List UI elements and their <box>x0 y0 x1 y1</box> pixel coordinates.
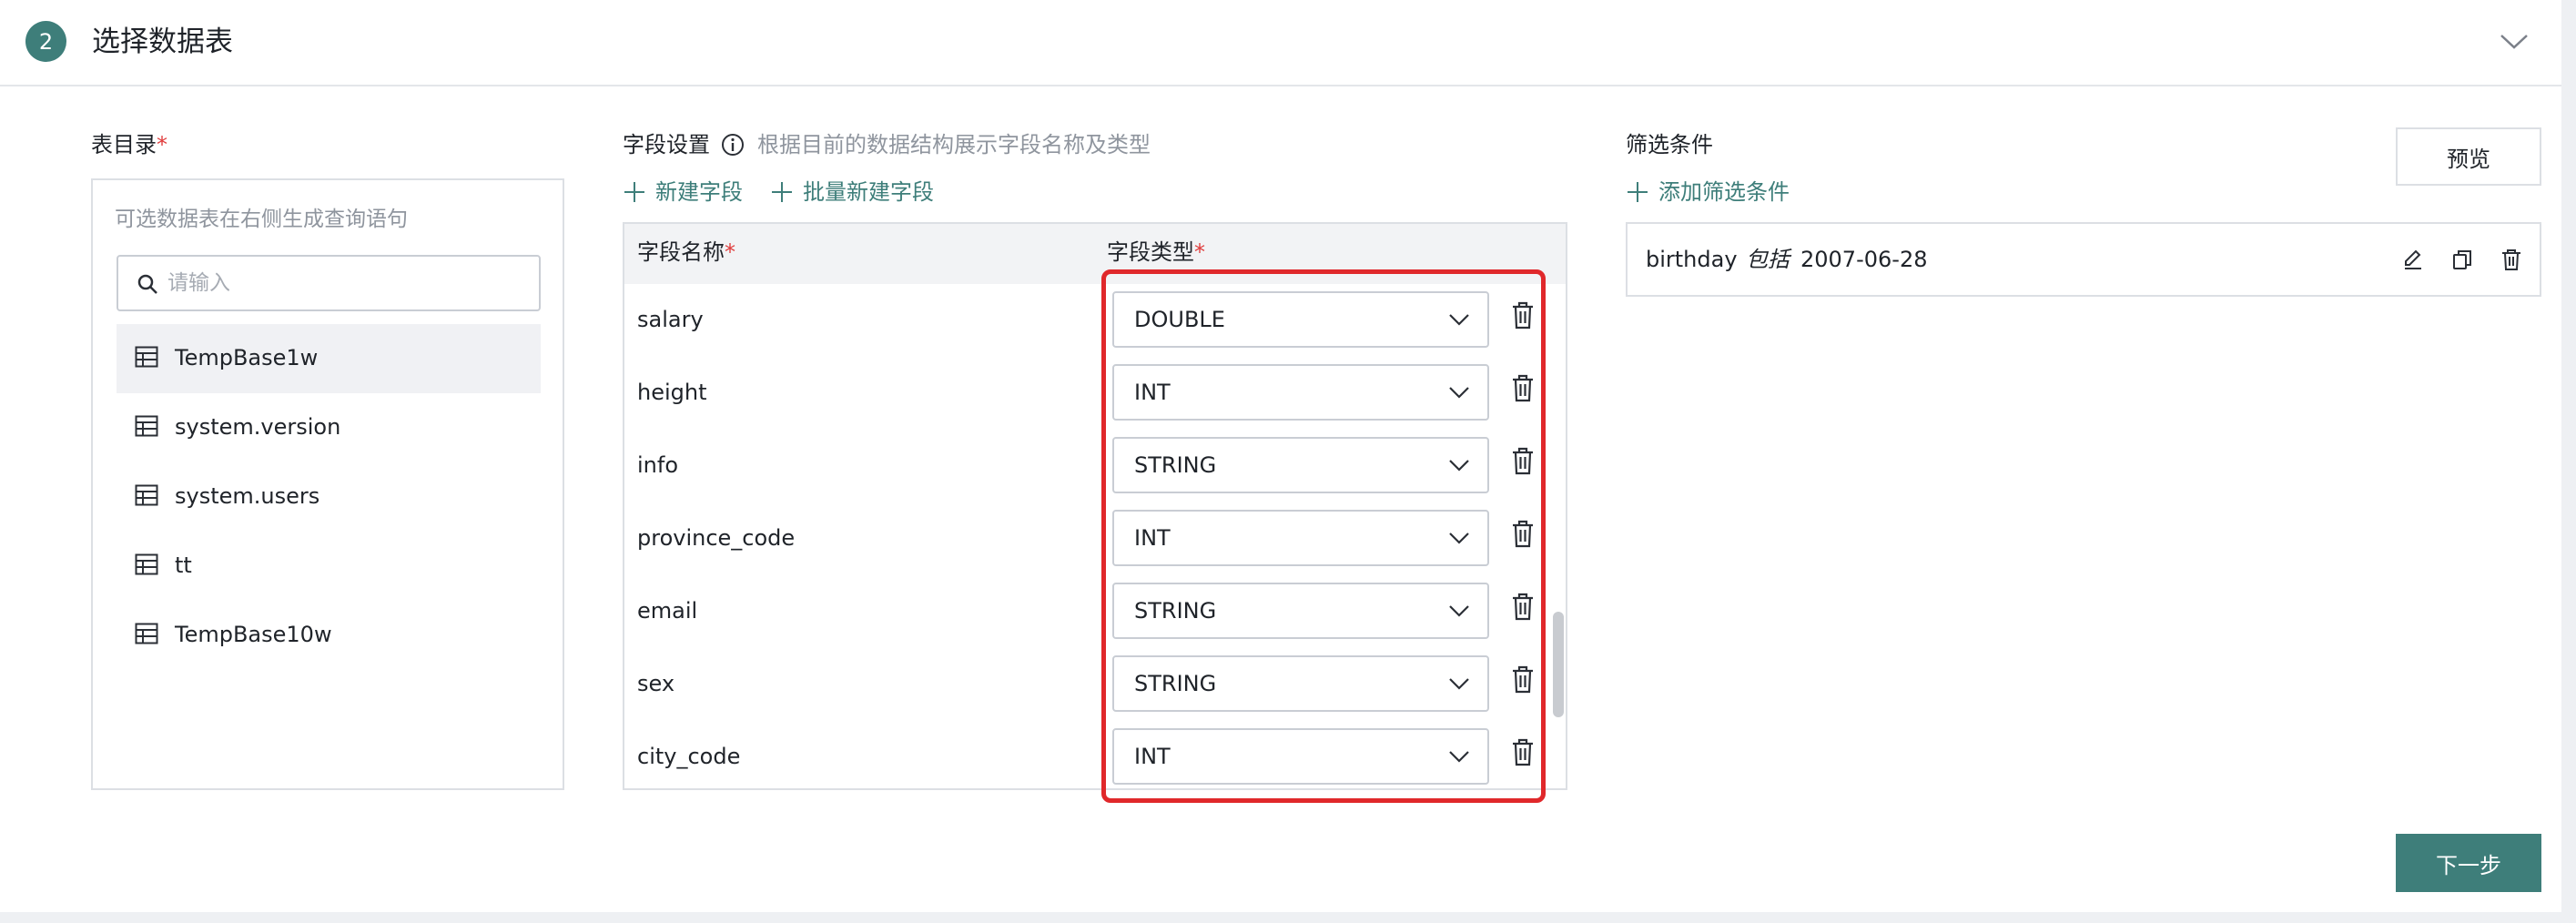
filter-operator: 包括 <box>1746 247 1790 272</box>
chevron-down-icon[interactable] <box>2498 27 2530 55</box>
table-item[interactable]: system.version <box>117 393 541 462</box>
field-type-highlight <box>1101 269 1546 803</box>
batch-new-field-button[interactable]: 批量新建字段 <box>772 177 934 208</box>
edit-icon[interactable] <box>2401 248 2425 271</box>
add-filter-button[interactable]: 添加筛选条件 <box>1628 177 1790 208</box>
step-number-badge: 2 <box>25 21 66 62</box>
filter-value: 2007-06-28 <box>1800 247 1928 272</box>
search-icon <box>137 274 157 294</box>
catalog-hint: 可选数据表在右侧生成查询语句 <box>115 208 408 231</box>
table-icon <box>135 623 158 644</box>
table-name: system.version <box>175 414 341 440</box>
table-icon <box>135 553 158 575</box>
step-header[interactable]: 2 选择数据表 <box>0 0 2561 86</box>
table-catalog: 可选数据表在右侧生成查询语句 TempBase1w system.version s… <box>91 178 564 790</box>
field-name: height <box>637 380 707 405</box>
table-name: TempBase10w <box>175 622 332 647</box>
new-field-button[interactable]: 新建字段 <box>624 177 743 208</box>
search-box[interactable] <box>117 255 541 311</box>
field-name: email <box>637 598 698 624</box>
table-name: tt <box>175 553 192 578</box>
table-item[interactable]: TempBase1w <box>117 324 541 393</box>
catalog-label: 表目录* <box>91 132 167 157</box>
field-name: info <box>637 452 679 478</box>
filter-label: 筛选条件 <box>1626 132 1713 157</box>
fields-scrollbar[interactable] <box>1553 612 1564 717</box>
step-title: 选择数据表 <box>92 25 233 58</box>
search-input[interactable] <box>167 266 522 300</box>
column-header-name: 字段名称* <box>637 239 735 265</box>
preview-button[interactable]: 预览 <box>2396 127 2541 186</box>
table-icon <box>135 484 158 506</box>
table-name: system.users <box>175 483 320 509</box>
plus-icon <box>772 182 792 202</box>
table-item[interactable]: system.users <box>117 462 541 532</box>
field-name: salary <box>637 307 704 332</box>
filter-field: birthday <box>1646 247 1738 272</box>
table-icon <box>135 415 158 437</box>
table-item[interactable]: tt <box>117 532 541 601</box>
filter-condition: birthday 包括 2007-06-28 <box>1626 222 2541 297</box>
table-icon <box>135 346 158 368</box>
table-item[interactable]: TempBase10w <box>117 601 541 670</box>
column-header-type: 字段类型* <box>1107 239 1205 265</box>
fields-hint: 根据目前的数据结构展示字段名称及类型 <box>757 132 1151 157</box>
delete-icon[interactable] <box>2500 248 2523 271</box>
field-name: sex <box>637 671 675 696</box>
field-name: province_code <box>637 525 796 551</box>
info-icon[interactable] <box>721 133 745 157</box>
step-card: 2 选择数据表 表目录* 可选数据表在右侧生成查询语句 TempBase1w sy… <box>0 0 2561 912</box>
plus-icon <box>1628 182 1648 202</box>
plus-icon <box>624 182 644 202</box>
copy-icon[interactable] <box>2450 248 2474 271</box>
next-step-button[interactable]: 下一步 <box>2396 834 2541 892</box>
table-name: TempBase1w <box>175 345 319 370</box>
fields-label: 字段设置 <box>623 132 710 157</box>
field-name: city_code <box>637 744 741 769</box>
